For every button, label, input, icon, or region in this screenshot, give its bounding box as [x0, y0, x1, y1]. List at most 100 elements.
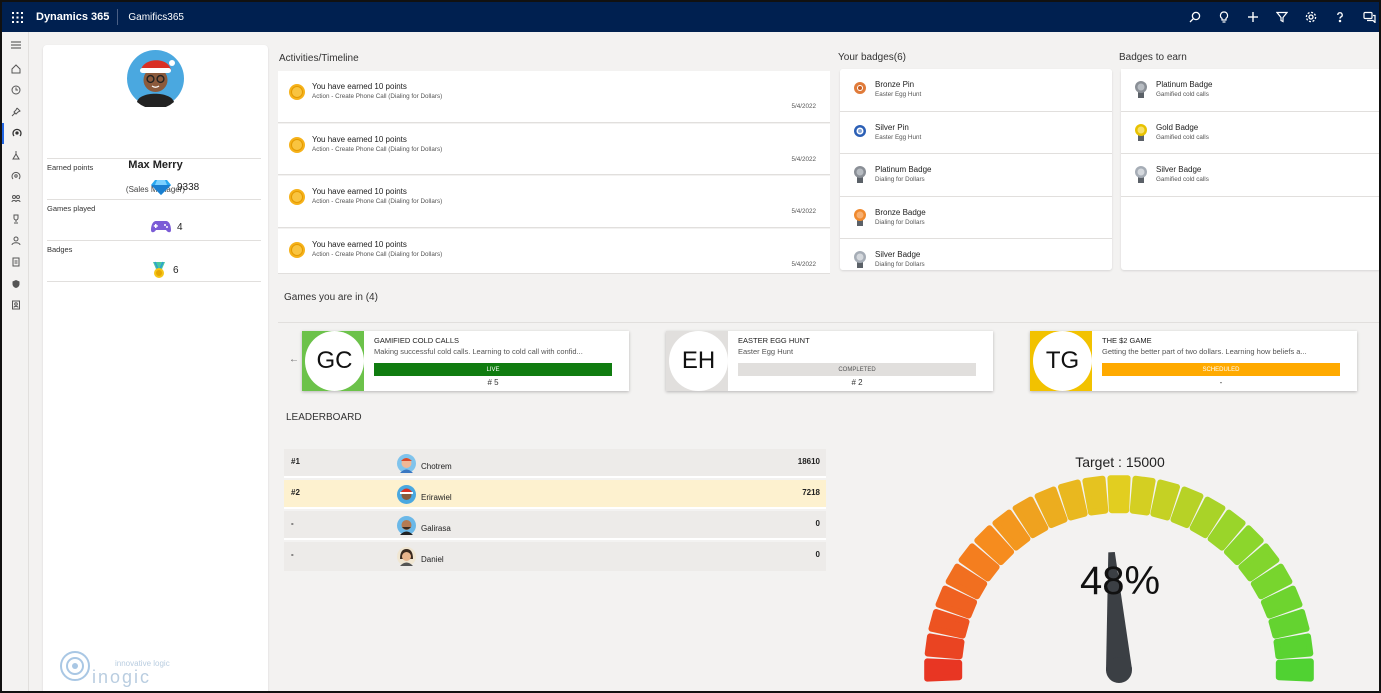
badge-name: Silver Badge	[875, 250, 921, 259]
home-icon[interactable]	[2, 58, 29, 80]
leaderboard-row[interactable]: - Galirasa 0	[284, 511, 826, 540]
search-icon[interactable]	[1187, 9, 1203, 25]
leaderboard-row[interactable]: - Daniel 0	[284, 542, 826, 571]
gear-icon[interactable]	[1303, 9, 1319, 25]
team-icon[interactable]	[2, 187, 29, 209]
badge-item[interactable]: Gold Badge Gamified cold calls	[1121, 111, 1379, 154]
game-name: GAMIFIED COLD CALLS	[374, 336, 460, 345]
inogic-logo: innovative logic inogic	[58, 648, 183, 688]
activity-item[interactable]: You have earned 10 points Action - Creat…	[278, 176, 830, 228]
stat-label: Games played	[47, 204, 96, 213]
game-card[interactable]: GC GAMIFIED COLD CALLS Making successful…	[302, 331, 629, 391]
recent-icon[interactable]	[2, 80, 29, 102]
your-badges-list: Bronze Pin Easter Egg Hunt Silver Pin Ea…	[840, 69, 1112, 270]
badge-item[interactable]: Bronze Badge Dialing for Dollars	[840, 196, 1112, 239]
gauge-segment	[1275, 658, 1314, 682]
app-frame: Dynamics 365 Gamifics365 Max Merry (Sale…	[0, 0, 1381, 693]
gauge-segment	[924, 633, 965, 660]
activity-item[interactable]: You have earned 10 points Action - Creat…	[278, 228, 830, 274]
inogic-watermark-icon: innovative logic inogic	[60, 651, 170, 687]
leaderboard-points: 7218	[802, 488, 820, 497]
game-description: Making successful cold calls. Learning t…	[374, 347, 583, 356]
game-status-badge: COMPLETED	[738, 363, 976, 376]
leaderboard-points: 0	[815, 550, 820, 559]
game-card[interactable]: EH EASTER EGG HUNT Easter Egg Hunt COMPL…	[666, 331, 993, 391]
trophy-icon[interactable]	[2, 209, 29, 231]
leaderboard-points: 18610	[797, 457, 820, 466]
activity-title: You have earned 10 points	[312, 239, 407, 249]
game-status-badge: SCHEDULED	[1102, 363, 1340, 376]
diamond-icon	[151, 180, 171, 195]
game-card[interactable]: TG THE $2 GAME Getting the better part o…	[1030, 331, 1357, 391]
badge-item[interactable]: Bronze Pin Easter Egg Hunt	[840, 69, 1112, 112]
platinum-badge-icon	[854, 166, 866, 183]
top-bar: Dynamics 365 Gamifics365	[2, 2, 1379, 32]
badge-item[interactable]: Platinum Badge Dialing for Dollars	[840, 154, 1112, 197]
gauge-segment	[1273, 633, 1314, 660]
activity-subtitle: Action - Create Phone Call (Dialing for …	[312, 250, 443, 258]
plus-icon[interactable]	[1245, 9, 1261, 25]
report-icon[interactable]	[2, 252, 29, 274]
silver-badge-icon	[1135, 166, 1147, 183]
contact-card-icon[interactable]	[2, 295, 29, 317]
leaderboard-name: Daniel	[421, 555, 444, 564]
target-icon[interactable]	[2, 166, 29, 188]
game-description: Easter Egg Hunt	[738, 347, 794, 356]
game-icon[interactable]	[2, 144, 29, 166]
leaderboard-points: 0	[815, 519, 820, 528]
badge-name: Silver Pin	[875, 122, 909, 132]
hamburger-icon[interactable]	[2, 32, 29, 58]
gauge-needle-hub	[1106, 657, 1132, 683]
stat-divider	[47, 281, 261, 282]
badge-item[interactable]: Silver Badge Gamified cold calls	[1121, 154, 1379, 197]
leaderboard-title: LEADERBOARD	[286, 412, 362, 423]
badge-game: Dialing for Dollars	[875, 218, 925, 226]
stat-earned-points: Earned points 9338	[47, 158, 261, 198]
leaderboard-row[interactable]: #1 Chotrem 18610	[284, 449, 826, 478]
platinum-badge-icon	[1135, 81, 1147, 98]
game-initials: GC	[305, 331, 364, 391]
profile-card: Max Merry (Sales Manager) Earned points …	[43, 45, 268, 691]
player-avatar	[397, 485, 416, 504]
user-avatar	[127, 50, 184, 107]
gauge-segment	[924, 658, 963, 682]
pin-icon[interactable]	[2, 101, 29, 123]
app-launcher-icon[interactable]	[2, 2, 32, 32]
badge-item[interactable]: Silver Pin Easter Egg Hunt	[840, 111, 1112, 154]
badge-name: Bronze Pin	[875, 80, 915, 89]
gauge-segment	[1129, 475, 1156, 516]
activity-item[interactable]: You have earned 10 points Action - Creat…	[278, 71, 830, 123]
badge-item[interactable]: Platinum Badge Gamified cold calls	[1121, 69, 1379, 112]
left-nav	[2, 32, 29, 691]
badge-item[interactable]: Silver Badge Dialing for Dollars	[840, 239, 1112, 270]
leaderboard-row[interactable]: #2 Erirawiel 7218	[284, 480, 826, 509]
silver-pin-icon	[854, 124, 866, 137]
gold-badge-icon	[1135, 123, 1147, 141]
stat-value: 9338	[177, 181, 200, 193]
game-rank: # 2	[851, 378, 863, 387]
watermark-brand: inogic	[92, 667, 151, 687]
stat-value: 6	[173, 264, 179, 276]
badge-name: Gold Badge	[1156, 122, 1199, 132]
app-title[interactable]: Dynamics 365	[32, 9, 119, 25]
module-title[interactable]: Gamifics365	[118, 12, 184, 23]
dashboard-icon[interactable]	[2, 122, 29, 144]
gauge-segment	[1107, 475, 1131, 514]
badge-game: Gamified cold calls	[1156, 133, 1209, 141]
filter-icon[interactable]	[1274, 9, 1290, 25]
games-title: Games you are in (4)	[284, 292, 378, 303]
person-icon[interactable]	[2, 230, 29, 252]
chat-icon[interactable]	[1361, 9, 1377, 25]
arrow-left-icon[interactable]: ←	[289, 354, 299, 365]
coin-icon	[289, 189, 305, 205]
help-icon[interactable]	[1332, 9, 1348, 25]
lightbulb-icon[interactable]	[1216, 9, 1232, 25]
coin-icon	[289, 241, 305, 258]
game-status-badge: LIVE	[374, 363, 612, 376]
stat-value: 4	[177, 221, 183, 233]
activity-title: You have earned 10 points	[312, 134, 407, 144]
activity-item[interactable]: You have earned 10 points Action - Creat…	[278, 123, 830, 175]
game-tile: TG	[1030, 331, 1092, 391]
activity-date: 5/4/2022	[791, 208, 816, 215]
shield-icon[interactable]	[2, 273, 29, 295]
